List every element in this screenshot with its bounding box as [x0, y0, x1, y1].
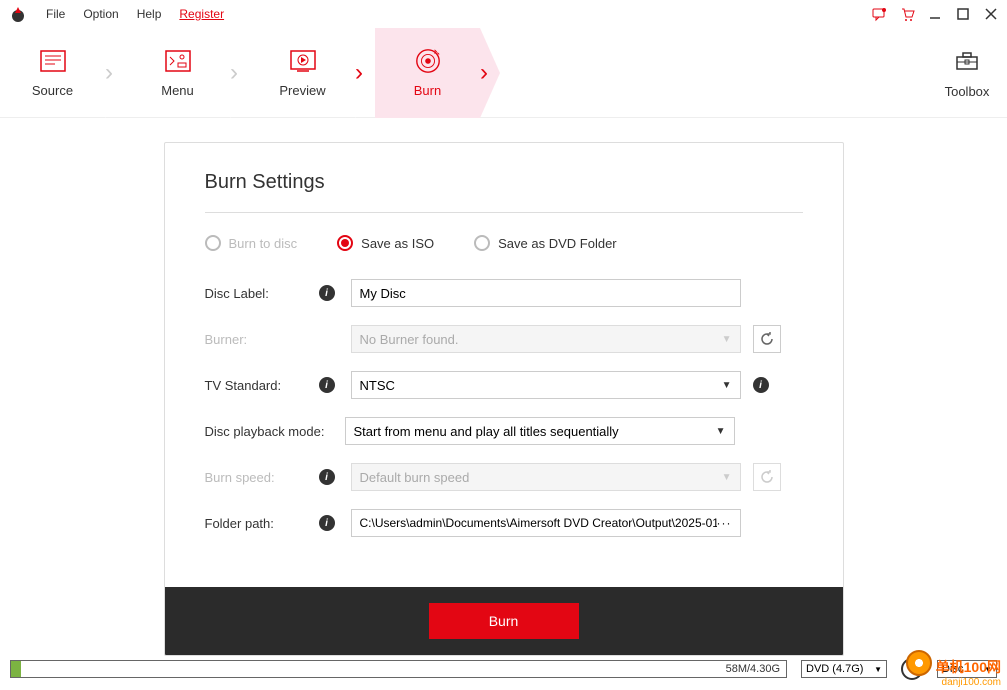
select-burner: No Burner found. ▼	[351, 325, 741, 353]
label-folder-path: Folder path:	[205, 516, 313, 531]
info-icon[interactable]: i	[319, 515, 335, 531]
cart-icon[interactable]	[899, 6, 915, 22]
select-burn-speed: Default burn speed ▼	[351, 463, 741, 491]
chevron-down-icon: ▼	[722, 380, 732, 391]
step-label: Source	[32, 83, 73, 98]
app-logo-icon	[8, 4, 28, 24]
info-icon[interactable]: i	[319, 285, 335, 301]
maximize-icon[interactable]	[955, 6, 971, 22]
chat-icon[interactable]	[871, 6, 887, 22]
close-icon[interactable]	[983, 6, 999, 22]
burn-icon	[414, 47, 442, 75]
chevron-down-icon: ▼	[722, 472, 732, 483]
watermark: 单机100网 danji100.com	[936, 657, 1001, 688]
info-icon[interactable]: i	[319, 469, 335, 485]
preview-icon	[289, 47, 317, 75]
bottombar: 58M/4.30G DVD (4.7G) ▼ + Disc ▼	[10, 658, 997, 680]
chevron-down-icon: ▼	[716, 426, 726, 437]
toolbox-button[interactable]: Toolbox	[927, 28, 1007, 118]
dvd-type-select[interactable]: DVD (4.7G) ▼	[801, 660, 887, 678]
minimize-icon[interactable]	[927, 6, 943, 22]
toolbox-icon	[953, 47, 981, 76]
progress-fill	[11, 661, 21, 677]
panel-title: Burn Settings	[205, 171, 803, 213]
menu-help[interactable]: Help	[137, 7, 162, 21]
info-icon[interactable]: i	[753, 377, 769, 393]
refresh-speed-button	[753, 463, 781, 491]
progress-text: 58M/4.30G	[726, 661, 780, 677]
step-source[interactable]: Source	[0, 28, 105, 118]
content-area: Burn Settings Burn to disc Save as ISO S…	[0, 118, 1007, 656]
label-burn-speed: Burn speed:	[205, 470, 313, 485]
label-tv-standard: TV Standard:	[205, 378, 313, 393]
menu-register[interactable]: Register	[179, 7, 224, 21]
radio-save-as-dvd-folder[interactable]: Save as DVD Folder	[474, 235, 617, 251]
progress-bar: 58M/4.30G	[10, 660, 787, 678]
radio-burn-to-disc: Burn to disc	[205, 235, 298, 251]
label-disc-playback: Disc playback mode:	[205, 424, 339, 439]
chevron-down-icon: ▼	[722, 334, 732, 345]
source-icon	[39, 47, 67, 75]
watermark-disc-icon	[906, 650, 932, 676]
step-burn[interactable]: Burn	[375, 28, 480, 118]
step-label: Menu	[161, 83, 194, 98]
menu-option[interactable]: Option	[83, 7, 118, 21]
burn-settings-panel: Burn Settings Burn to disc Save as ISO S…	[164, 142, 844, 656]
label-burner: Burner:	[205, 332, 313, 347]
step-tabs: Source › Menu › Preview › Burn › Toolbox	[0, 28, 1007, 118]
label-disc-label: Disc Label:	[205, 286, 313, 301]
folder-path-field[interactable]: C:\Users\admin\Documents\Aimersoft DVD C…	[351, 509, 741, 537]
menubar: File Option Help Register	[0, 0, 1007, 28]
panel-footer: Burn	[165, 587, 843, 655]
burn-button[interactable]: Burn	[429, 603, 579, 639]
step-preview[interactable]: Preview	[250, 28, 355, 118]
refresh-burner-button[interactable]	[753, 325, 781, 353]
chevron-down-icon: ▼	[874, 665, 882, 674]
menu-icon	[164, 47, 192, 75]
more-icon[interactable]: ···	[717, 516, 732, 530]
select-tv-standard[interactable]: NTSC ▼	[351, 371, 741, 399]
toolbox-label: Toolbox	[945, 84, 990, 99]
radio-save-as-iso[interactable]: Save as ISO	[337, 235, 434, 251]
info-icon[interactable]: i	[319, 377, 335, 393]
input-disc-label[interactable]	[351, 279, 741, 307]
menu-file[interactable]: File	[46, 7, 65, 21]
step-label: Burn	[414, 83, 441, 98]
select-disc-playback[interactable]: Start from menu and play all titles sequ…	[345, 417, 735, 445]
step-label: Preview	[279, 83, 325, 98]
step-menu[interactable]: Menu	[125, 28, 230, 118]
